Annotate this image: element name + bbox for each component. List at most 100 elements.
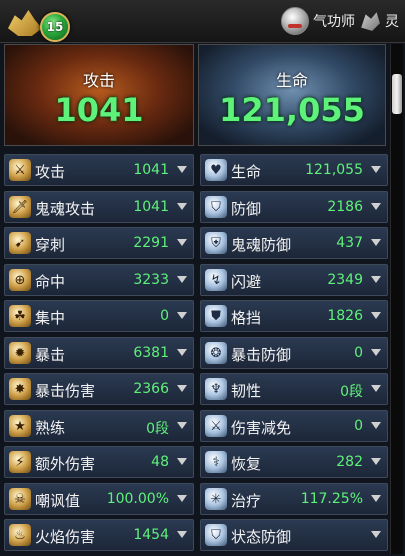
chevron-down-icon[interactable]	[371, 239, 381, 246]
critical-damage-icon: ✸	[9, 378, 31, 400]
chevron-down-icon[interactable]	[177, 239, 187, 246]
stat-value: 1826	[327, 308, 363, 324]
level-badge: 15	[4, 2, 70, 42]
class-portrait-icon	[281, 7, 309, 35]
stat-row-right[interactable]: ✳ 治疗 117.25%	[200, 483, 388, 515]
scrollbar-thumb[interactable]	[392, 74, 402, 114]
evade-icon: ↯	[205, 269, 227, 291]
stat-label: 恢复	[231, 455, 262, 473]
stat-row-left[interactable]: 🗡 鬼魂攻击 1041	[4, 191, 194, 223]
class-info: 气功师 灵	[281, 6, 399, 36]
chevron-down-icon[interactable]	[177, 531, 187, 538]
level-number: 15	[46, 20, 64, 34]
stat-row-left[interactable]: ★ 熟练 0段	[4, 410, 194, 442]
stat-row-right[interactable]: ⛊ 格挡 1826	[200, 300, 388, 332]
stat-value: 2366	[133, 381, 169, 397]
chevron-down-icon[interactable]	[371, 531, 381, 538]
stat-label: 暴击防御	[231, 346, 292, 364]
stat-row-right[interactable]: ⚔ 伤害减免 0	[200, 410, 388, 442]
shield-icon: ⛉	[205, 196, 227, 218]
chevron-down-icon[interactable]	[371, 458, 381, 465]
chevron-down-icon[interactable]	[371, 385, 381, 392]
stat-value: 0	[160, 308, 169, 324]
chevron-down-icon[interactable]	[371, 422, 381, 429]
stat-label: 攻击	[35, 163, 66, 181]
stat-label: 额外伤害	[35, 455, 96, 473]
stat-label: 治疗	[231, 492, 262, 510]
chevron-down-icon[interactable]	[177, 312, 187, 319]
ghost-shield-icon: ⛨	[205, 232, 227, 254]
chevron-down-icon[interactable]	[177, 458, 187, 465]
stat-value: 282	[336, 454, 363, 470]
stat-row-left[interactable]: ➹ 穿刺 2291	[4, 227, 194, 259]
class-suffix: 灵	[385, 14, 399, 30]
stat-label: 格挡	[231, 309, 262, 327]
heart-icon: ♥	[205, 159, 227, 181]
stat-row-right[interactable]: ⚕ 恢复 282	[200, 446, 388, 478]
stat-row-right[interactable]: ⛉ 状态防御	[200, 519, 388, 551]
stat-row-left[interactable]: ♨ 火焰伤害 1454	[4, 519, 194, 551]
stat-row-left[interactable]: ☠ 嘲讽值 100.00%	[4, 483, 194, 515]
stat-row-left[interactable]: ⚔ 攻击 1041	[4, 154, 194, 186]
chevron-down-icon[interactable]	[177, 349, 187, 356]
stat-row-right[interactable]: ↯ 闪避 2349	[200, 264, 388, 296]
stat-value: 0	[354, 345, 363, 361]
stat-row-left[interactable]: ✹ 暴击 6381	[4, 337, 194, 369]
crossed-swords-icon: ⚔	[9, 159, 31, 181]
ghost-sword-icon: 🗡	[9, 196, 31, 218]
stat-value: 1041	[133, 162, 169, 178]
stat-value: 48	[151, 454, 169, 470]
stat-label: 穿刺	[35, 236, 66, 254]
chevron-down-icon[interactable]	[177, 166, 187, 173]
chevron-down-icon[interactable]	[371, 312, 381, 319]
critical-burst-icon: ✹	[9, 342, 31, 364]
chevron-down-icon[interactable]	[371, 495, 381, 502]
health-panel-value: 121,055	[219, 91, 365, 129]
stat-value: 0段	[146, 421, 169, 437]
extra-damage-icon: ⚡	[9, 451, 31, 473]
stat-row-left[interactable]: ⚡ 额外伤害 48	[4, 446, 194, 478]
stat-label: 生命	[231, 163, 262, 181]
toughness-icon: ♆	[205, 378, 227, 400]
attack-panel-value: 1041	[54, 91, 144, 129]
stat-value: 1454	[133, 527, 169, 543]
chevron-down-icon[interactable]	[371, 276, 381, 283]
chevron-down-icon[interactable]	[371, 203, 381, 210]
stat-label: 状态防御	[231, 528, 292, 546]
chevron-down-icon[interactable]	[177, 495, 187, 502]
stat-value: 0	[354, 418, 363, 434]
stat-value: 1041	[133, 199, 169, 215]
stat-row-right[interactable]: ⛉ 防御 2186	[200, 191, 388, 223]
stat-value: 2291	[133, 235, 169, 251]
stat-row-left[interactable]: ✸ 暴击伤害 2366	[4, 373, 194, 405]
stat-row-right[interactable]: ❂ 暴击防御 0	[200, 337, 388, 369]
focus-icon: ☘	[9, 305, 31, 327]
chevron-down-icon[interactable]	[371, 166, 381, 173]
stat-value: 121,055	[305, 162, 363, 178]
block-icon: ⛊	[205, 305, 227, 327]
stat-label: 嘲讽值	[35, 492, 81, 510]
header-bar: 15 气功师 灵	[0, 0, 405, 43]
stat-label: 伤害减免	[231, 419, 292, 437]
stat-label: 火焰伤害	[35, 528, 96, 546]
stat-row-left[interactable]: ☘ 集中 0	[4, 300, 194, 332]
stat-row-left[interactable]: ⊕ 命中 3233	[4, 264, 194, 296]
scrollbar[interactable]	[390, 44, 403, 554]
stat-row-right[interactable]: ⛨ 鬼魂防御 437	[200, 227, 388, 259]
chevron-down-icon[interactable]	[371, 349, 381, 356]
level-orb-icon: 15	[40, 12, 70, 42]
stat-row-right[interactable]: ♆ 韧性 0段	[200, 373, 388, 405]
chevron-down-icon[interactable]	[177, 203, 187, 210]
stat-label: 防御	[231, 200, 262, 218]
stat-value: 437	[336, 235, 363, 251]
character-stats-window: 15 气功师 灵 攻击 1041 生命 121,055 ⚔ 攻击 1041 🗡 鬼魂攻击…	[0, 0, 405, 556]
stat-row-right[interactable]: ♥ 生命 121,055	[200, 154, 388, 186]
healing-icon: ✳	[205, 488, 227, 510]
chevron-down-icon[interactable]	[177, 276, 187, 283]
stat-value: 2349	[327, 272, 363, 288]
flame-icon: ♨	[9, 524, 31, 546]
chevron-down-icon[interactable]	[177, 385, 187, 392]
target-icon: ⊕	[9, 269, 31, 291]
chevron-down-icon[interactable]	[177, 422, 187, 429]
stat-label: 闪避	[231, 273, 262, 291]
